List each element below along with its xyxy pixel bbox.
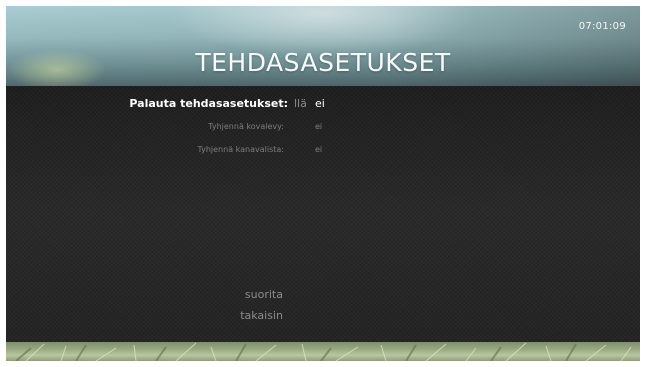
option-no[interactable]: ei [315,97,325,110]
clock: 07:01:09 [578,21,626,32]
tv-screen: 07:01:09 TEHDASASETUKSET Palauta tehdasa… [6,6,640,361]
setting-row-reset[interactable]: Palauta tehdasasetukset: llä ei [6,96,640,114]
page-title: TEHDASASETUKSET [195,48,451,77]
run-button[interactable]: suorita [245,288,283,301]
setting-label-reset: Palauta tehdasasetukset: [129,97,288,110]
footer-grass-image [6,342,640,361]
header-banner: 07:01:09 TEHDASASETUKSET [6,6,640,86]
setting-row-clear-hdd[interactable]: Tyhjennä kovalevy: ei [6,119,640,137]
grass-image [15,342,632,361]
setting-value-clear-channels[interactable]: ei [315,145,322,154]
setting-row-clear-channels[interactable]: Tyhjennä kanavalista: ei [6,142,640,160]
setting-value-clear-hdd[interactable]: ei [315,122,322,131]
setting-label-clear-hdd: Tyhjennä kovalevy: [208,122,284,131]
setting-label-clear-channels: Tyhjennä kanavalista: [197,145,284,154]
settings-panel: Palauta tehdasasetukset: llä ei Tyhjennä… [6,86,640,342]
back-button[interactable]: takaisin [240,309,283,322]
option-yes[interactable]: llä [294,97,307,110]
